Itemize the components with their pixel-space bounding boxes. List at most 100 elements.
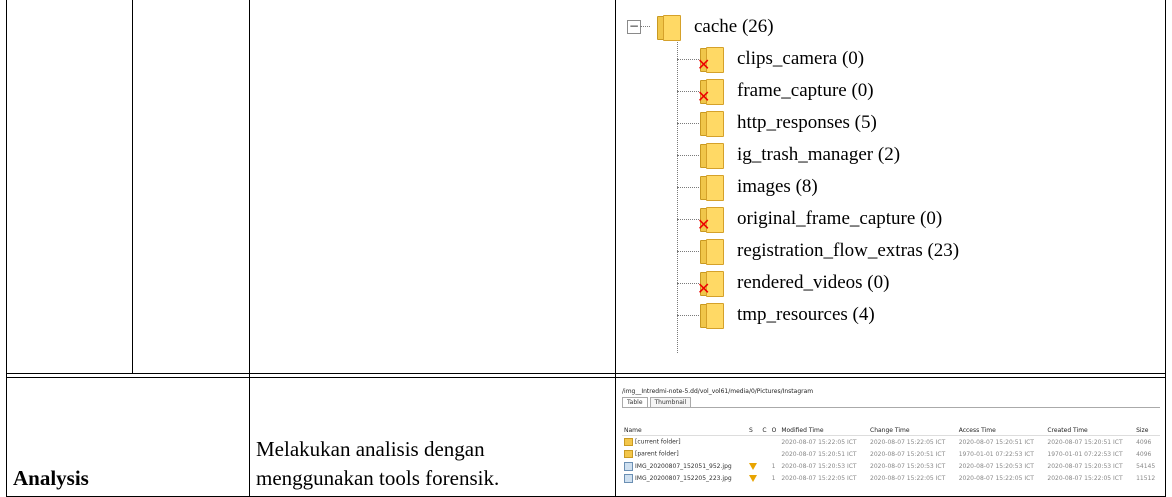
tree-item-label: frame_capture (0) [737,80,874,101]
cell-o [770,436,780,449]
file-name: IMG_20200807_152205_223.jpg [635,474,732,482]
cell-s [747,472,760,484]
cell-size: 54145 [1136,462,1156,470]
column-header[interactable]: Size [1134,426,1160,436]
collapse-toggle-icon[interactable]: − [627,20,641,34]
folder-icon [624,438,633,446]
file-path: /img__Intredmi-note-5.dd/vol_vol61/media… [622,388,814,395]
table-row[interactable]: IMG_20200807_152205_223.jpg 1 2020-08-07 1… [622,472,1160,484]
tree-connector [677,59,699,60]
cell-modified: 2020-08-07 15:20:53 ICT [781,462,857,470]
file-table: Name S C O Modified Time Change Time Access Ti… [622,426,1160,484]
tree-connector [677,187,699,188]
column-header[interactable]: Change Time [868,426,957,436]
red-x-icon: ✕ [697,215,711,234]
cell-s [747,436,760,449]
column-header[interactable]: Created Time [1045,426,1135,436]
file-name-cell: IMG_20200807_152051_952.jpg [622,460,747,472]
deleted-folder-icon: ✕ [697,46,724,74]
tree-connector [677,155,699,156]
file-name: IMG_20200807_152051_952.jpg [635,462,732,470]
deleted-folder-icon: ✕ [697,206,724,234]
tree-item-label: original_frame_capture (0) [737,208,943,229]
cell-access: 2020-08-07 15:20:51 ICT [958,438,1034,446]
folder-icon [654,14,681,41]
cell-size: 4096 [1136,450,1152,458]
analysis-label: Analysis [13,466,89,490]
file-name-cell: [parent folder] [622,448,747,460]
cell-created: 2020-08-07 15:20:51 ICT [1047,438,1123,446]
tree-connector [640,26,650,27]
table-row[interactable]: [current folder] 2020-08-07 15:22:05 ICT 2… [622,436,1160,449]
cell-change: 2020-08-07 15:22:05 ICT [870,438,946,446]
tree-item[interactable]: ✕ clips_camera (0) [697,44,864,74]
file-name: [parent folder] [635,450,679,458]
tab-divider [622,407,1160,408]
red-x-icon: ✕ [697,55,711,74]
table-divider-1 [132,0,133,373]
tree-connector [677,283,699,284]
tree-item-label: tmp_resources (4) [737,304,875,325]
cell-s [747,460,760,472]
folder-icon [697,302,724,329]
tree-item[interactable]: tmp_resources (4) [697,300,875,330]
table-row[interactable]: [parent folder] 2020-08-07 15:20:51 ICT 20… [622,448,1160,460]
file-name: [current folder] [635,438,681,446]
cell-o [770,448,780,460]
cell-change: 2020-08-07 15:22:05 ICT [870,474,946,482]
cell-o: 1 [771,462,776,470]
cell-c [760,460,769,472]
tree-connector [677,123,699,124]
tree-connector [677,91,699,92]
table-divider-2 [249,0,250,497]
warning-icon [748,474,757,482]
cell-created: 2020-08-07 15:22:05 ICT [1047,474,1123,482]
tree-connector [677,251,699,252]
cell-modified: 2020-08-07 15:20:51 ICT [781,450,857,458]
column-header[interactable]: C [760,426,770,436]
column-header[interactable]: S [746,426,761,436]
tree-item[interactable]: ✕ original_frame_capture (0) [697,204,942,234]
tree-connector [677,315,699,316]
cell-c [760,472,769,484]
file-name-cell: IMG_20200807_152205_223.jpg [622,472,747,484]
column-header[interactable]: Access Time [956,426,1046,436]
tree-item[interactable]: images (8) [697,172,818,202]
table-row[interactable]: IMG_20200807_152051_952.jpg 1 2020-08-07 1… [622,460,1160,472]
cell-created: 1970-01-01 07:22:53 ICT [1047,450,1123,458]
cell-access: 2020-08-07 15:20:53 ICT [958,462,1034,470]
column-header[interactable]: Modified Time [779,426,869,436]
cell-access: 2020-08-07 15:22:05 ICT [958,474,1034,482]
cell-modified: 2020-08-07 15:22:05 ICT [781,438,857,446]
image-file-icon [624,473,633,483]
cell-change: 2020-08-07 15:20:51 ICT [870,450,946,458]
tree-item[interactable]: http_responses (5) [697,108,877,138]
tree-item[interactable]: ig_trash_manager (2) [697,140,900,170]
folder-icon [697,174,724,201]
table-row-divider [6,373,1166,374]
tree-item[interactable]: registration_flow_extras (23) [697,236,959,266]
cell-c [760,448,769,460]
tree-item-label: rendered_videos (0) [737,272,890,293]
folder-icon [624,450,633,458]
tree-root-label: cache (26) [694,16,774,37]
red-x-icon: ✕ [697,87,711,106]
table-border-left [6,0,7,497]
cell-c [760,436,769,449]
tree-root[interactable]: cache (26) [654,12,774,42]
tree-item-label: http_responses (5) [737,112,877,133]
tree-item[interactable]: ✕ rendered_videos (0) [697,268,889,298]
cell-s [747,448,760,460]
cell-o: 1 [771,474,776,482]
table-row-divider-inner [6,377,1166,378]
cell-change: 2020-08-07 15:20:53 ICT [870,462,946,470]
column-header[interactable]: Name [622,426,747,436]
cell-size: 4096 [1136,438,1152,446]
tree-connector-vertical [677,38,678,353]
column-header[interactable]: O [769,426,780,436]
tree-item-label: clips_camera (0) [737,48,865,69]
tree-item-label: ig_trash_manager (2) [737,144,901,165]
tree-item[interactable]: ✕ frame_capture (0) [697,76,874,106]
cell-access: 1970-01-01 07:22:53 ICT [958,450,1034,458]
table-border-right [1165,0,1166,497]
